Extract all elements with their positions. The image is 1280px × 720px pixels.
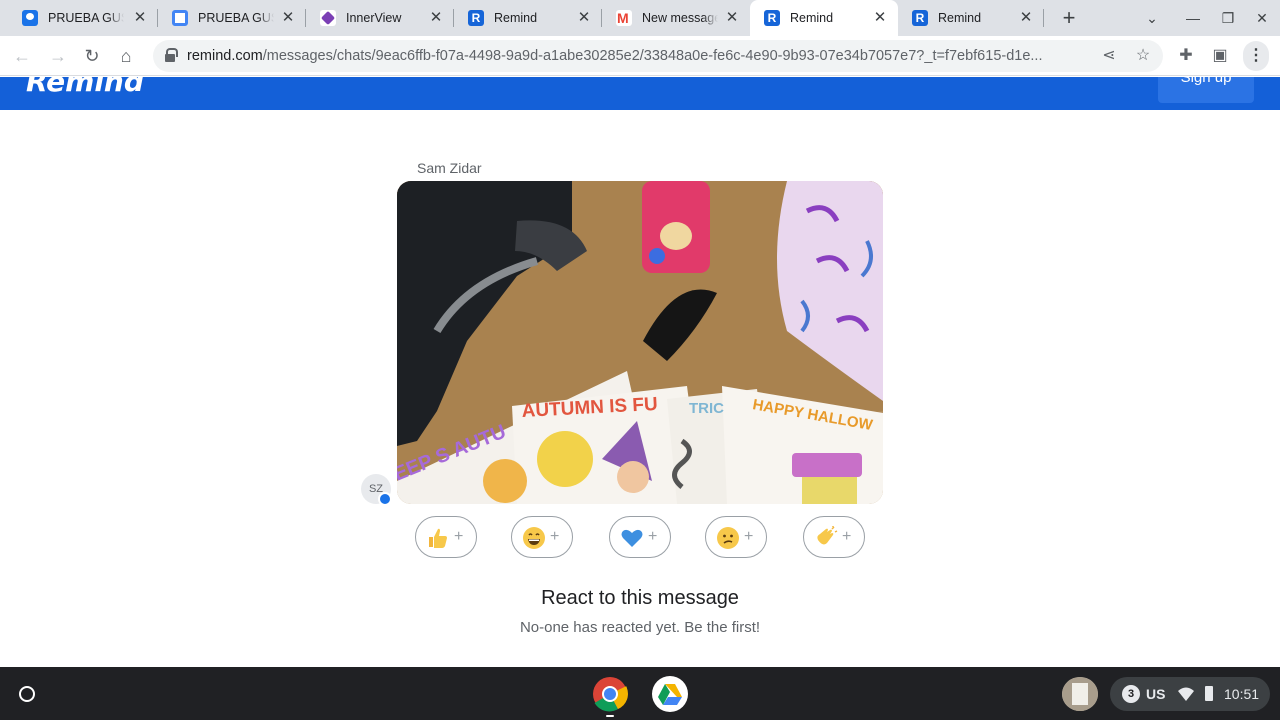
chrome-icon[interactable] — [592, 676, 628, 712]
os-shelf: 3 US 10:51 — [0, 667, 1280, 720]
reaction-bar: + + + + + — [415, 516, 870, 558]
tab-strip: PRUEBA GUSTAVO ✕ PRUEBA GUSTAVO ✕ InnerV… — [0, 0, 1280, 36]
reaction-blue-heart-button[interactable]: + — [609, 516, 671, 558]
tab-prueba-gustavo-1[interactable]: PRUEBA GUSTAVO ✕ — [8, 0, 158, 36]
bookmark-star-icon[interactable]: ☆ — [1131, 44, 1155, 68]
forward-icon[interactable]: → — [46, 44, 70, 68]
reaction-clapping-button[interactable]: + — [803, 516, 865, 558]
tab-title: Remind — [790, 11, 834, 25]
back-icon[interactable]: ← — [10, 44, 34, 68]
close-icon[interactable]: ✕ — [280, 10, 296, 26]
add-icon: + — [744, 528, 754, 545]
thumbnail-image — [1062, 677, 1098, 711]
url-path: /messages/chats/9eac6ffb-f07a-4498-9a9d-… — [262, 48, 1043, 64]
clock-time: 10:51 — [1224, 686, 1260, 702]
tab-title: InnerView — [346, 11, 402, 25]
innerview-icon — [320, 10, 336, 26]
message-photo[interactable]: AUTUMN IS FU HAPPY HALLOW EEP S AUTU TRI… — [397, 181, 883, 504]
thumbs-up-icon — [429, 528, 447, 548]
tab-remind-1[interactable]: R Remind ✕ — [454, 0, 602, 36]
new-tab-button[interactable]: + — [1057, 6, 1081, 30]
gmail-icon — [616, 10, 632, 26]
tab-remind-active[interactable]: R Remind ✕ — [750, 0, 898, 36]
home-icon[interactable]: ⌂ — [114, 44, 138, 68]
page-content: Remind Sign up Sam Zidar AUTUMN IS FU HA… — [0, 77, 1280, 667]
add-icon: + — [550, 528, 560, 545]
minimize-icon[interactable]: — — [1181, 6, 1205, 30]
google-drive-icon[interactable] — [652, 676, 688, 712]
reaction-thumbs-up-button[interactable]: + — [415, 516, 477, 558]
remind-icon: R — [912, 10, 928, 26]
reaction-confused-button[interactable]: + — [705, 516, 767, 558]
add-icon: + — [454, 528, 464, 545]
checkmark-circle-icon — [172, 10, 188, 26]
tab-new-message[interactable]: New message ✕ — [602, 0, 750, 36]
close-icon[interactable]: ✕ — [132, 10, 148, 26]
chrome-running-indicator — [606, 715, 614, 717]
close-icon[interactable]: ✕ — [576, 10, 592, 26]
tab-innerview[interactable]: InnerView ✕ — [306, 0, 454, 36]
browser-menu-icon[interactable]: ⋮ — [1243, 41, 1269, 71]
window-close-icon[interactable]: ✕ — [1250, 6, 1274, 30]
launcher-icon[interactable] — [12, 679, 42, 709]
restore-icon[interactable]: ❐ — [1216, 6, 1240, 30]
site-header: Remind Sign up — [0, 77, 1280, 110]
screenshot-thumbnail[interactable] — [1062, 677, 1098, 711]
tab-title: PRUEBA GUSTAVO — [198, 11, 274, 25]
tab-separator — [1043, 9, 1044, 27]
side-panel-icon[interactable]: ▣ — [1208, 44, 1232, 68]
remind-icon: R — [764, 10, 780, 26]
reaction-grinning-button[interactable]: + — [511, 516, 573, 558]
lock-icon[interactable] — [165, 48, 178, 62]
url-text[interactable]: remind.com/messages/chats/9eac6ffb-f07a-… — [187, 40, 1077, 72]
close-icon[interactable]: ✕ — [872, 10, 888, 26]
url-host: remind.com — [187, 48, 263, 64]
battery-icon — [1205, 686, 1213, 701]
react-heading: React to this message — [541, 587, 739, 609]
blue-heart-icon — [621, 529, 643, 547]
close-icon[interactable]: ✕ — [428, 10, 444, 26]
close-icon[interactable]: ✕ — [724, 10, 740, 26]
google-forms-icon — [22, 10, 38, 26]
tab-remind-3[interactable]: R Remind ✕ — [898, 0, 1044, 36]
react-subtext: No-one has reacted yet. Be the first! — [519, 619, 761, 636]
tab-prueba-gustavo-2[interactable]: PRUEBA GUSTAVO ✕ — [158, 0, 306, 36]
status-tray[interactable]: 3 US 10:51 — [1110, 677, 1270, 711]
address-bar[interactable]: remind.com/messages/chats/9eac6ffb-f07a-… — [153, 40, 1163, 72]
browser-toolbar: ← → ↻ ⌂ remind.com/messages/chats/9eac6f… — [0, 36, 1280, 76]
extensions-puzzle-icon[interactable]: ✚ — [1174, 44, 1198, 68]
reload-icon[interactable]: ↻ — [80, 44, 104, 68]
tab-title: PRUEBA GUSTAVO — [48, 11, 124, 25]
close-icon[interactable]: ✕ — [1018, 10, 1034, 26]
grinning-face-icon — [523, 527, 545, 549]
tab-title: Remind — [938, 11, 982, 25]
add-icon: + — [842, 528, 852, 545]
sign-up-button[interactable]: Sign up — [1158, 77, 1254, 103]
remind-icon: R — [468, 10, 484, 26]
tab-search-icon[interactable]: ⌄ — [1140, 6, 1164, 30]
sender-name: Sam Zidar — [417, 160, 482, 176]
avatar-status-icon — [378, 492, 392, 506]
message-photo-image: AUTUMN IS FU HAPPY HALLOW EEP S AUTU TRI… — [397, 181, 883, 504]
confused-face-icon — [717, 527, 739, 549]
wifi-icon — [1178, 687, 1194, 701]
svg-text:TRIC: TRIC — [689, 400, 724, 417]
tab-title: New message — [642, 11, 718, 25]
share-icon[interactable]: ⋖ — [1097, 44, 1121, 68]
tab-title: Remind — [494, 11, 538, 25]
remind-logo[interactable]: Remind — [26, 77, 144, 98]
add-icon: + — [648, 528, 658, 545]
input-method-label[interactable]: US — [1146, 677, 1165, 711]
notification-count-badge[interactable]: 3 — [1122, 685, 1140, 703]
clapping-hands-icon — [817, 526, 838, 545]
